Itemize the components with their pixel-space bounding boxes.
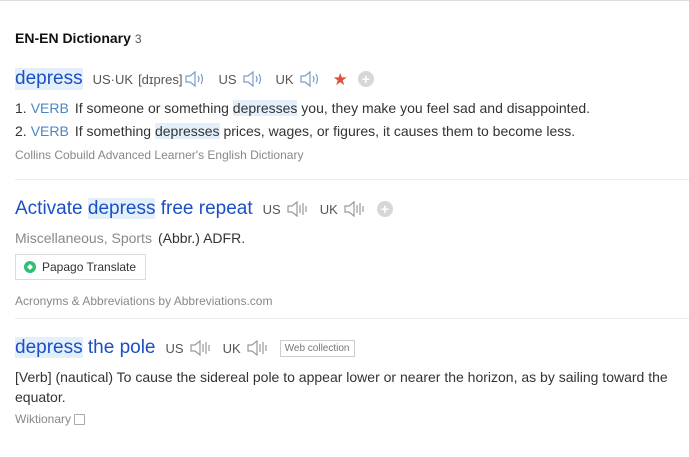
pron-label: US·UK xyxy=(92,71,134,87)
headword-highlight: depress xyxy=(87,198,156,219)
definition-2: 2. VERB If something depresses prices, wag… xyxy=(15,120,689,142)
speaker-icon[interactable] xyxy=(184,70,208,88)
headword-part: Activate xyxy=(15,198,88,219)
part-of-speech: VERB xyxy=(30,123,69,139)
star-icon[interactable]: ★ xyxy=(333,71,348,88)
entry-header: depress US·UK [dɪpres] US UK ★ + xyxy=(15,67,689,91)
definition-1: 1. VERB If someone or something depresses … xyxy=(15,97,689,119)
web-collection-badge: Web collection xyxy=(279,339,355,357)
pron-label: UK xyxy=(275,71,294,87)
entry-adfr: Activate depress free repeat US UK + Mis… xyxy=(15,197,689,308)
source-row: Wiktionary xyxy=(15,412,689,426)
def-number: 2. xyxy=(15,123,27,139)
plus-icon[interactable]: + xyxy=(376,201,393,217)
speaker-icon[interactable] xyxy=(246,339,270,357)
entry-header: depress the pole US UK Web collection xyxy=(15,336,689,360)
entry-header: Activate depress free repeat US UK + xyxy=(15,197,689,221)
source-label: Collins Cobuild Advanced Learner's Engli… xyxy=(15,148,304,162)
source-label: Acronyms & Abbreviations by Abbreviation… xyxy=(15,294,273,308)
pron-label: US xyxy=(262,201,281,217)
entry-depress: depress US·UK [dɪpres] US UK ★ + 1. VERB I… xyxy=(15,67,689,162)
papago-translate-button[interactable]: Papago Translate xyxy=(15,254,147,280)
def-text: prices, wages, or figures, it causes the… xyxy=(219,123,576,139)
papago-logo-icon xyxy=(24,261,36,273)
speaker-icon[interactable] xyxy=(242,70,266,88)
headword-link[interactable]: depress the pole xyxy=(15,337,156,359)
abbreviation: (Abbr.) ADFR. xyxy=(157,230,246,246)
divider xyxy=(15,318,689,319)
pron-label: UK xyxy=(222,340,241,356)
part-of-speech: VERB xyxy=(30,100,69,116)
speaker-icon[interactable] xyxy=(343,200,367,218)
headword-part: free repeat xyxy=(155,198,253,219)
copy-icon[interactable] xyxy=(74,413,86,425)
section-title: EN-EN Dictionary 3 xyxy=(15,30,142,46)
def-highlight: depresses xyxy=(154,123,220,139)
def-number: 1. xyxy=(15,100,27,116)
result-count: 3 xyxy=(134,32,142,46)
pron-label: US xyxy=(218,71,237,87)
category: Miscellaneous, Sports xyxy=(15,230,152,246)
papago-label: Papago Translate xyxy=(42,260,137,274)
pron-label: US xyxy=(165,340,184,356)
pron-uk: UK xyxy=(276,70,323,88)
speaker-icon[interactable] xyxy=(286,200,310,218)
pron-label: UK xyxy=(319,201,338,217)
headword-link[interactable]: depress xyxy=(15,68,83,90)
pron-uk: UK xyxy=(320,200,367,218)
headword-part: the pole xyxy=(82,337,156,358)
headword-highlight: depress xyxy=(15,337,83,358)
headword-link[interactable]: Activate depress free repeat xyxy=(15,198,253,220)
section-title-text: EN-EN Dictionary xyxy=(15,30,131,46)
def-text: you, they make you feel sad and disappoi… xyxy=(297,100,591,116)
def-text: If something xyxy=(74,123,155,139)
def-text: If someone or something xyxy=(74,100,233,116)
definition: [Verb] (nautical) To cause the sidereal … xyxy=(15,369,668,405)
pron-us: US xyxy=(263,200,310,218)
pron-us: US xyxy=(166,339,213,357)
entry-meta: Miscellaneous, Sports (Abbr.) ADFR. xyxy=(15,230,689,246)
plus-icon[interactable]: + xyxy=(357,71,374,87)
pron-us-uk: US·UK [dɪpres] xyxy=(93,70,209,88)
divider xyxy=(15,179,689,180)
phonetic: [dɪpres] xyxy=(138,71,183,87)
pron-us: US xyxy=(218,70,265,88)
def-highlight: depresses xyxy=(232,100,298,116)
speaker-icon[interactable] xyxy=(299,70,323,88)
source-label[interactable]: Wiktionary xyxy=(15,412,71,426)
speaker-icon[interactable] xyxy=(189,339,213,357)
entry-depress-the-pole: depress the pole US UK Web collection [V… xyxy=(15,336,689,426)
pron-uk: UK xyxy=(223,339,270,357)
